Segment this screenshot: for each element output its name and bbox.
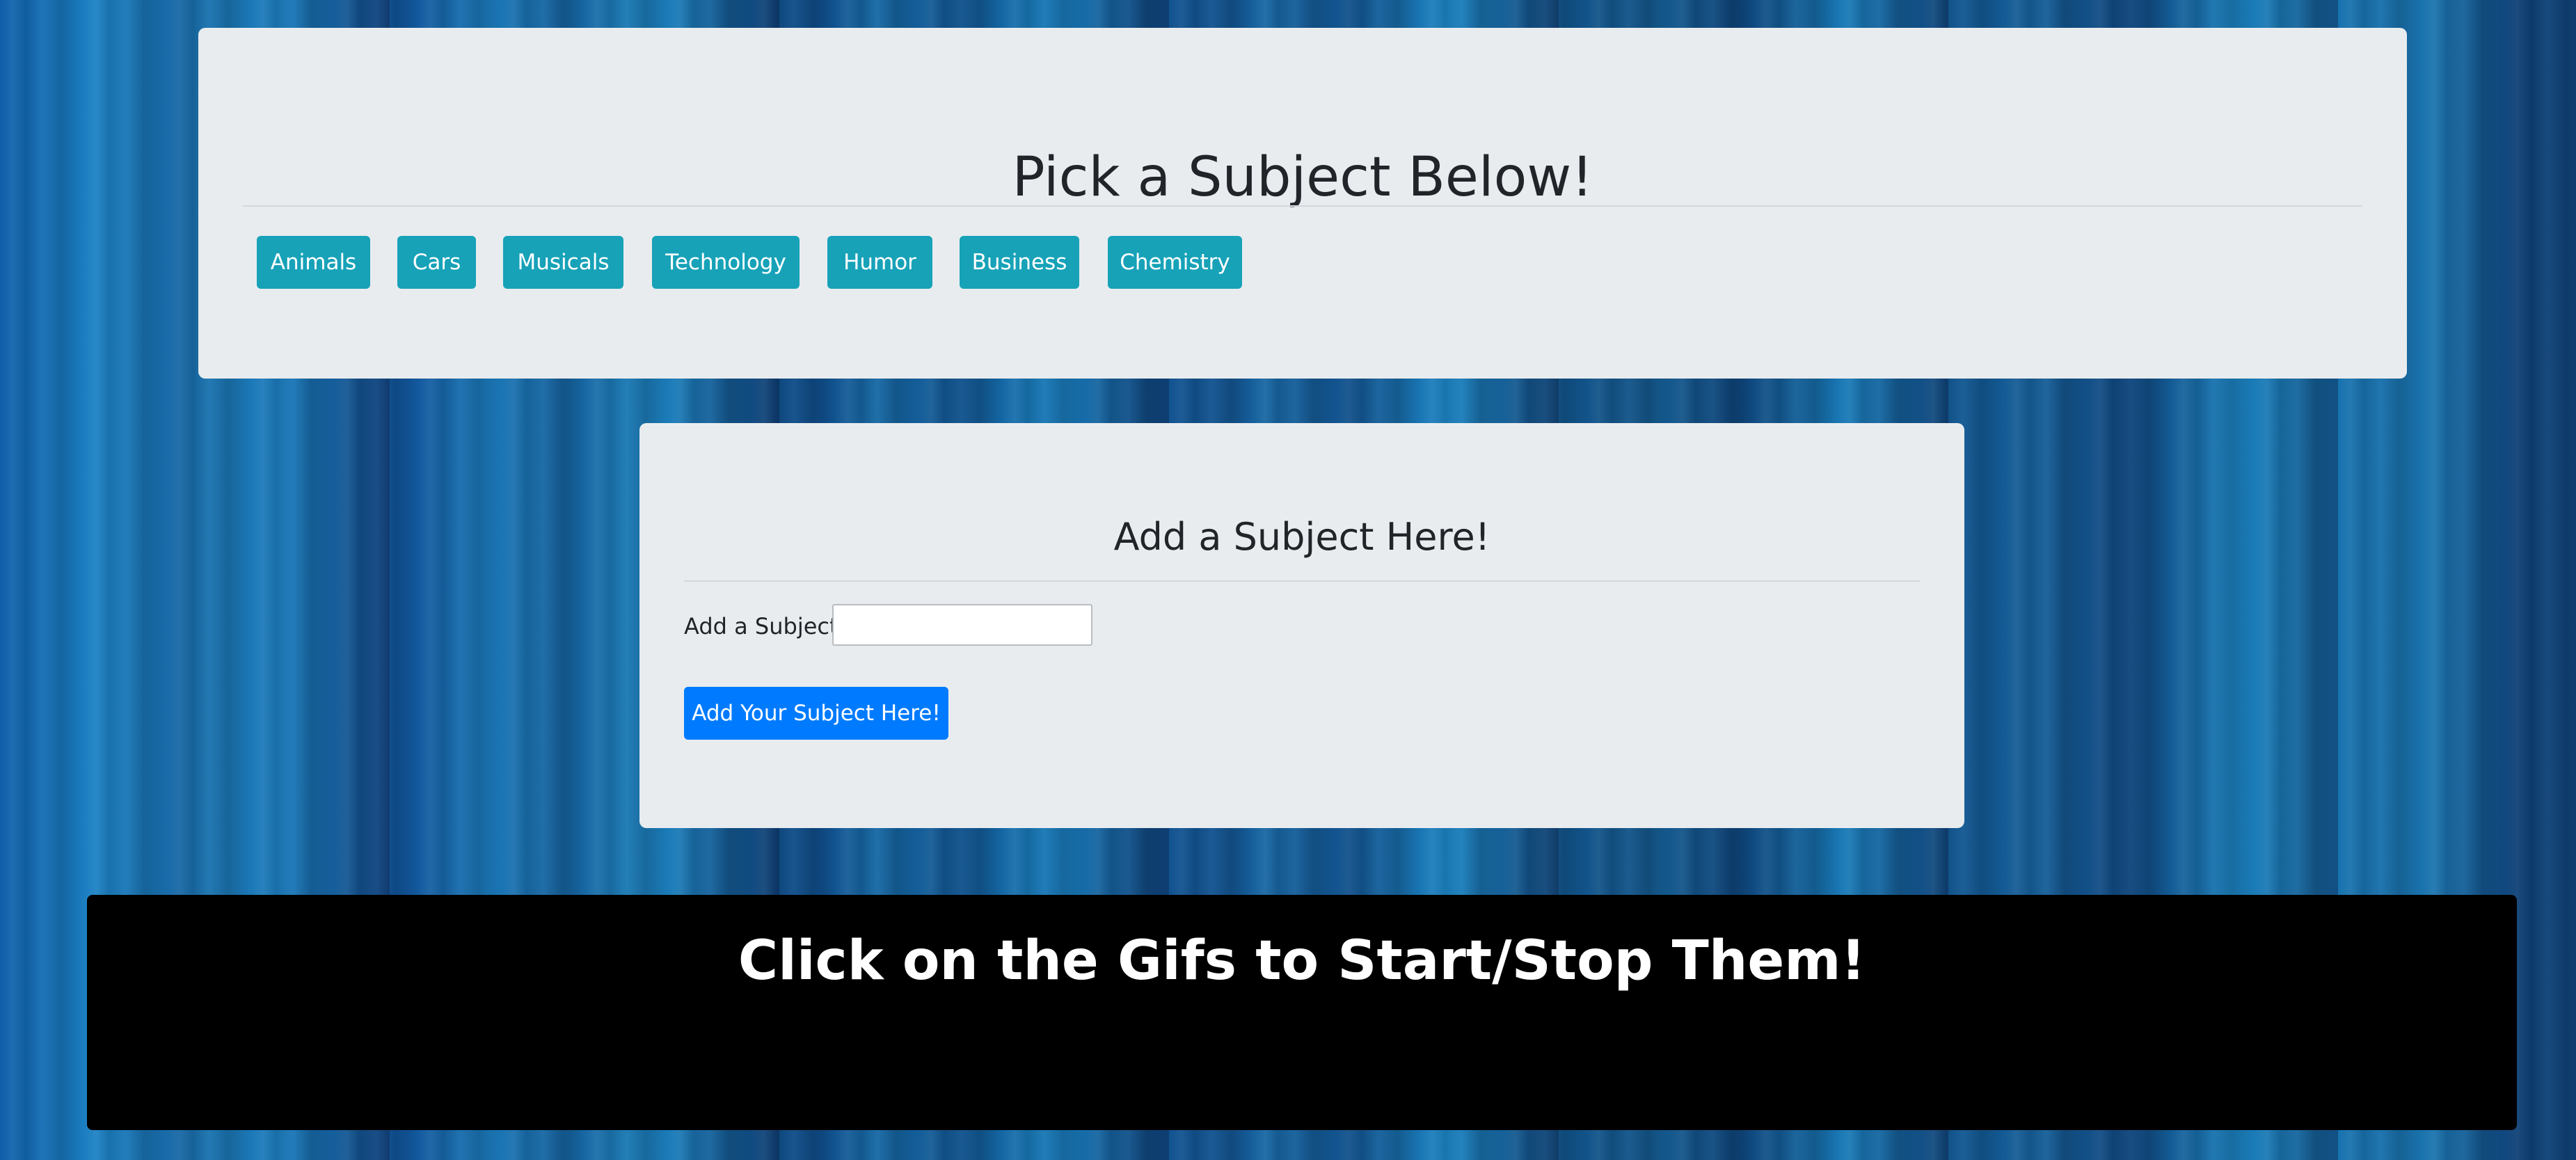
subject-button-chemistry[interactable]: Chemistry: [1108, 236, 1242, 289]
subject-button-cars[interactable]: Cars: [397, 236, 476, 289]
divider: [684, 580, 1920, 582]
subject-button-musicals[interactable]: Musicals: [503, 236, 623, 289]
add-subject-label: Add a Subject!: [684, 613, 848, 639]
add-subject-input[interactable]: [832, 604, 1092, 646]
add-subject-title: Add a Subject Here!: [1113, 515, 1490, 559]
subject-button-technology[interactable]: Technology: [652, 236, 800, 289]
subject-button-business[interactable]: Business: [960, 236, 1079, 289]
pick-subject-title: Pick a Subject Below!: [1012, 146, 1593, 209]
subject-button-animals[interactable]: Animals: [257, 236, 370, 289]
gif-instructions-title: Click on the Gifs to Start/Stop Them!: [738, 930, 1866, 992]
subject-button-humor[interactable]: Humor: [827, 236, 932, 289]
add-subject-button[interactable]: Add Your Subject Here!: [684, 687, 948, 740]
gif-panel: Click on the Gifs to Start/Stop Them!: [87, 895, 2517, 1130]
divider: [243, 205, 2362, 207]
add-subject-card: Add a Subject Here! Add a Subject! Add Y…: [639, 423, 1964, 828]
pick-subject-card: Pick a Subject Below! Animals Cars Music…: [198, 28, 2407, 379]
